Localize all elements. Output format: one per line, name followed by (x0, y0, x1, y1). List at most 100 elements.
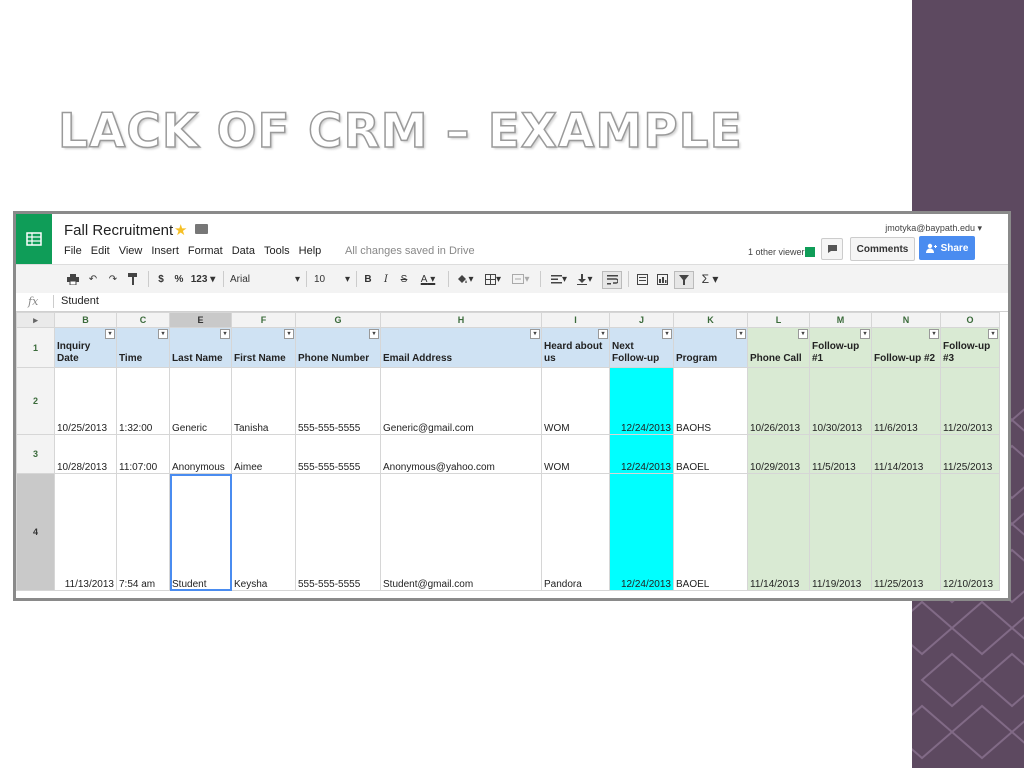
table-cell[interactable]: Generic@gmail.com (380, 367, 542, 435)
table-cell[interactable]: BAOEL (673, 473, 748, 591)
table-cell[interactable]: Aimee (231, 434, 296, 474)
table-cell[interactable]: 12/24/2013 (609, 434, 674, 474)
header-cell[interactable]: ▾ Last Name (169, 327, 232, 368)
header-cell[interactable]: ▾ Phone Number (295, 327, 381, 368)
table-cell[interactable]: 11:07:00 (116, 434, 170, 474)
filter-dropdown-icon[interactable]: ▾ (158, 329, 168, 339)
borders-icon[interactable]: ▾ (482, 271, 504, 287)
share-button[interactable]: Share (919, 236, 975, 260)
star-icon[interactable]: ★ (174, 221, 187, 239)
table-cell[interactable]: 10/28/2013 (54, 434, 117, 474)
menu-file[interactable]: File (64, 245, 82, 257)
comments-button[interactable]: Comments (850, 237, 915, 261)
fill-color-icon[interactable]: ▾ (454, 271, 476, 287)
corner-cell[interactable]: ▸ (16, 312, 55, 328)
strikethrough-button[interactable]: S (398, 271, 410, 287)
column-header[interactable]: N (871, 312, 941, 328)
header-cell[interactable]: ▾ First Name (231, 327, 296, 368)
filter-icon[interactable] (674, 271, 694, 289)
font-size-dropdown[interactable]: 10 ▾ (314, 271, 350, 287)
table-cell[interactable]: 11/5/2013 (809, 434, 872, 474)
filter-dropdown-icon[interactable]: ▾ (798, 329, 808, 339)
table-cell[interactable]: 10/30/2013 (809, 367, 872, 435)
menu-tools[interactable]: Tools (264, 245, 290, 257)
table-cell[interactable]: 11/20/2013 (940, 367, 1000, 435)
column-header[interactable]: F (231, 312, 296, 328)
header-cell[interactable]: ▾ Follow-up #2 (871, 327, 941, 368)
table-cell[interactable]: 10/29/2013 (747, 434, 810, 474)
vertical-align-icon[interactable]: ▾ (574, 271, 596, 287)
header-cell[interactable]: ▾ Follow-up #3 (940, 327, 1000, 368)
wrap-text-icon[interactable] (602, 271, 622, 289)
font-family-dropdown[interactable]: Arial ▾ (230, 271, 300, 287)
table-cell[interactable]: WOM (541, 434, 610, 474)
header-cell[interactable]: ▾ Inquiry Date (54, 327, 117, 368)
table-cell[interactable]: 10/26/2013 (747, 367, 810, 435)
bold-button[interactable]: B (362, 271, 374, 287)
insert-comment-icon[interactable] (634, 271, 650, 287)
filter-dropdown-icon[interactable]: ▾ (284, 329, 294, 339)
table-cell[interactable]: 11/14/2013 (871, 434, 941, 474)
menu-insert[interactable]: Insert (151, 245, 179, 257)
column-header[interactable]: O (940, 312, 1000, 328)
filter-dropdown-icon[interactable]: ▾ (530, 329, 540, 339)
table-cell[interactable]: 11/13/2013 (54, 473, 117, 591)
column-header[interactable]: M (809, 312, 872, 328)
table-cell[interactable]: Pandora (541, 473, 610, 591)
table-cell[interactable]: 12/24/2013 (609, 367, 674, 435)
functions-dropdown[interactable]: Σ ▾ (698, 271, 722, 287)
table-cell[interactable]: 555-555-5555 (295, 473, 381, 591)
menu-view[interactable]: View (119, 245, 143, 257)
table-cell[interactable]: WOM (541, 367, 610, 435)
header-cell[interactable]: ▾ Phone Call (747, 327, 810, 368)
table-cell[interactable]: Anonymous@yahoo.com (380, 434, 542, 474)
menu-edit[interactable]: Edit (91, 245, 110, 257)
menu-format[interactable]: Format (188, 245, 223, 257)
merge-cells-icon[interactable]: ▾ (510, 271, 532, 287)
column-header[interactable]: K (673, 312, 748, 328)
text-color-button[interactable]: A ▾ (416, 271, 440, 287)
column-header[interactable]: J (609, 312, 674, 328)
row-header[interactable]: 1 (16, 327, 55, 368)
table-cell[interactable]: Tanisha (231, 367, 296, 435)
number-format-dropdown[interactable]: 123 ▾ (190, 271, 216, 287)
table-cell[interactable]: 11/25/2013 (940, 434, 1000, 474)
filter-dropdown-icon[interactable]: ▾ (598, 329, 608, 339)
row-header[interactable]: 2 (16, 367, 55, 435)
column-header[interactable]: H (380, 312, 542, 328)
table-cell[interactable]: Generic (169, 367, 232, 435)
table-cell[interactable]: 12/24/2013 (609, 473, 674, 591)
filter-dropdown-icon[interactable]: ▾ (220, 329, 230, 339)
header-cell[interactable]: ▾ Next Follow-up (609, 327, 674, 368)
filter-dropdown-icon[interactable]: ▾ (369, 329, 379, 339)
table-cell[interactable]: 11/19/2013 (809, 473, 872, 591)
filter-dropdown-icon[interactable]: ▾ (860, 329, 870, 339)
paint-format-icon[interactable] (126, 271, 140, 287)
chat-button[interactable] (821, 238, 843, 260)
filter-dropdown-icon[interactable]: ▾ (736, 329, 746, 339)
formula-input[interactable]: Student (61, 295, 99, 307)
column-header[interactable]: E (169, 312, 232, 328)
header-cell[interactable]: ▾ Follow-up #1 (809, 327, 872, 368)
filter-dropdown-icon[interactable]: ▾ (662, 329, 672, 339)
filter-dropdown-icon[interactable]: ▾ (929, 329, 939, 339)
column-header[interactable]: B (54, 312, 117, 328)
table-cell[interactable]: 555-555-5555 (295, 367, 381, 435)
table-cell[interactable]: 11/14/2013 (747, 473, 810, 591)
active-cell[interactable]: Student (169, 473, 232, 591)
currency-format-button[interactable]: $ (156, 271, 166, 287)
filter-dropdown-icon[interactable]: ▾ (105, 329, 115, 339)
header-cell[interactable]: ▾ Heard about us (541, 327, 610, 368)
other-viewers[interactable]: 1 other viewer (748, 247, 805, 257)
column-header[interactable]: G (295, 312, 381, 328)
column-header[interactable]: L (747, 312, 810, 328)
print-icon[interactable] (66, 271, 80, 287)
user-email[interactable]: jmotyka@baypath.edu ▾ (885, 223, 982, 234)
italic-button[interactable]: I (380, 271, 392, 287)
sheets-logo-icon[interactable] (16, 214, 52, 264)
undo-icon[interactable]: ↶ (86, 271, 100, 287)
align-left-icon[interactable]: ▾ (548, 271, 570, 287)
table-cell[interactable]: Anonymous (169, 434, 232, 474)
table-cell[interactable]: 1:32:00 (116, 367, 170, 435)
sheet-grid[interactable]: ▸ B C E F G H I J K L M N O 1 ▾ Inquiry D… (16, 312, 1008, 598)
